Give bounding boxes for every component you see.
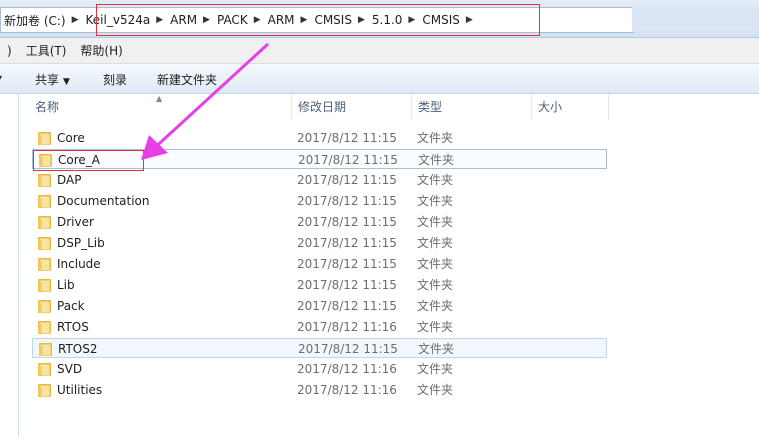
file-row[interactable]: Pack 2017/8/12 11:15 文件夹 (32, 296, 607, 316)
file-modified: 2017/8/12 11:16 (297, 320, 397, 334)
column-header-type[interactable]: 类型 (412, 94, 532, 120)
file-type: 文件夹 (417, 236, 454, 250)
share-button[interactable]: 共享 ▼ (35, 71, 70, 88)
file-modified: 2017/8/12 11:15 (297, 278, 397, 292)
column-header-row: 名称 ▲ 修改日期 类型 大小 (19, 94, 759, 120)
file-name: Lib (57, 278, 75, 292)
file-row[interactable]: RTOS2 2017/8/12 11:15 文件夹 (32, 338, 607, 358)
folder-icon (38, 194, 51, 208)
file-name: Core (57, 131, 85, 145)
column-header-size[interactable]: 大小 (532, 94, 609, 120)
menu-item-help[interactable]: 帮助(H) (73, 42, 129, 59)
file-name: DSP_Lib (57, 236, 105, 250)
folder-icon (38, 173, 51, 187)
address-bar: 新加卷 (C:) ▶ Keil_v524a ▶ ARM ▶ PACK ▶ ARM ▶ CMSIS ▶ 5… (0, 0, 759, 38)
file-modified: 2017/8/12 11:16 (297, 383, 397, 397)
file-name: DAP (57, 173, 82, 187)
burn-button[interactable]: 刻录 (103, 71, 127, 88)
file-name: RTOS2 (58, 342, 98, 356)
command-bar: ▾ 共享▼ 刻录 新建文件夹 (0, 64, 759, 94)
file-type: 文件夹 (417, 131, 454, 145)
file-name: Utilities (57, 383, 103, 397)
new-folder-button[interactable]: 新建文件夹 (157, 71, 217, 88)
file-name: SVD (57, 362, 83, 376)
file-type: 文件夹 (418, 342, 455, 356)
navigation-pane[interactable] (0, 94, 19, 437)
annotation-box-address (96, 4, 540, 36)
organize-dropdown-partial[interactable]: ▾ (0, 71, 2, 85)
file-row[interactable]: Include 2017/8/12 11:15 文件夹 (32, 254, 607, 274)
annotation-box-core-a (33, 150, 144, 171)
file-type: 文件夹 (417, 299, 454, 313)
file-row[interactable]: Lib 2017/8/12 11:15 文件夹 (32, 275, 607, 295)
file-type: 文件夹 (417, 257, 454, 271)
address-bar-empty-area[interactable] (632, 7, 759, 31)
file-modified: 2017/8/12 11:15 (298, 342, 398, 356)
chevron-down-icon: ▼ (63, 77, 70, 87)
file-name: Documentation (57, 194, 150, 208)
file-name: Include (57, 257, 101, 271)
file-row[interactable]: Documentation 2017/8/12 11:15 文件夹 (32, 191, 607, 211)
file-modified: 2017/8/12 11:15 (297, 215, 397, 229)
file-modified: 2017/8/12 11:15 (297, 194, 397, 208)
file-type: 文件夹 (417, 215, 454, 229)
file-name: Driver (57, 215, 94, 229)
file-type: 文件夹 (418, 153, 455, 167)
file-modified: 2017/8/12 11:15 (297, 131, 397, 145)
folder-icon (39, 342, 52, 356)
file-type: 文件夹 (417, 362, 454, 376)
folder-icon (38, 257, 51, 271)
menu-bar: ) 工具(T) 帮助(H) (0, 38, 759, 64)
menu-item-tools[interactable]: 工具(T) (19, 42, 74, 59)
file-row[interactable]: DAP 2017/8/12 11:15 文件夹 (32, 170, 607, 190)
file-modified: 2017/8/12 11:15 (297, 173, 397, 187)
file-row[interactable]: DSP_Lib 2017/8/12 11:15 文件夹 (32, 233, 607, 253)
folder-icon (38, 236, 51, 250)
folder-icon (38, 299, 51, 313)
share-label: 共享 (35, 73, 60, 87)
menu-item-view-partial[interactable]: ) (0, 44, 19, 58)
file-modified: 2017/8/12 11:15 (297, 299, 397, 313)
breadcrumb-item[interactable]: 新加卷 (C:) (1, 12, 69, 29)
file-type: 文件夹 (417, 278, 454, 292)
folder-icon (38, 215, 51, 229)
file-name: Pack (57, 299, 85, 313)
file-row[interactable]: SVD 2017/8/12 11:16 文件夹 (32, 359, 607, 379)
file-type: 文件夹 (417, 173, 454, 187)
file-row[interactable]: Utilities 2017/8/12 11:16 文件夹 (32, 380, 607, 400)
file-type: 文件夹 (417, 383, 454, 397)
file-modified: 2017/8/12 11:15 (297, 257, 397, 271)
file-modified: 2017/8/12 11:15 (298, 153, 398, 167)
file-row[interactable]: Core 2017/8/12 11:15 文件夹 (32, 128, 607, 148)
file-row[interactable]: Driver 2017/8/12 11:15 文件夹 (32, 212, 607, 232)
file-modified: 2017/8/12 11:15 (297, 236, 397, 250)
column-header-modified[interactable]: 修改日期 (292, 94, 412, 120)
file-type: 文件夹 (417, 194, 454, 208)
sort-ascending-icon: ▲ (156, 94, 163, 103)
file-modified: 2017/8/12 11:16 (297, 362, 397, 376)
folder-icon (38, 131, 51, 145)
folder-icon (38, 383, 51, 397)
file-type: 文件夹 (417, 320, 454, 334)
folder-icon (38, 278, 51, 292)
chevron-right-icon[interactable]: ▶ (69, 15, 83, 25)
folder-icon (38, 320, 51, 334)
folder-icon (38, 362, 51, 376)
file-row[interactable]: RTOS 2017/8/12 11:16 文件夹 (32, 317, 607, 337)
file-name: RTOS (57, 320, 89, 334)
